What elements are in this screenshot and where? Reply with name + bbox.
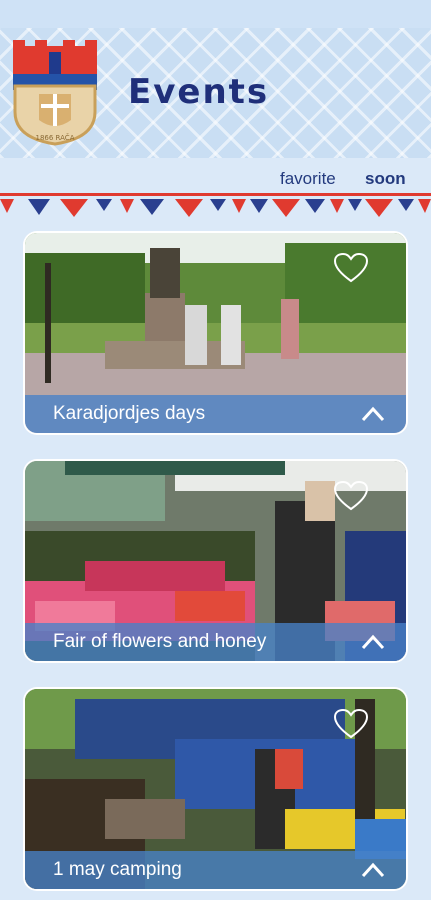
chevron-up-icon[interactable] [360,631,386,653]
tab-favorite[interactable]: favorite [280,169,336,189]
chevron-up-icon[interactable] [360,859,386,881]
event-card[interactable]: 1 may camping [25,689,406,889]
crest-caption: 1866 RAČA [36,133,75,142]
heart-outline-icon[interactable] [334,709,368,739]
event-title-bar: 1 may camping [25,851,406,889]
tab-soon[interactable]: soon [365,169,406,189]
municipality-crest-logo: 1866 RAČA [13,40,97,146]
heart-outline-icon[interactable] [334,253,368,283]
folk-ornament-divider [0,193,431,217]
event-title: Karadjordjes days [53,403,206,424]
event-card[interactable]: Fair of flowers and honey [25,461,406,661]
status-bar [0,0,431,28]
app-header: 1866 RAČA Events [0,28,431,158]
event-list: Karadjordjes days Fair of flowers and ho… [0,221,431,900]
event-title-bar: Karadjordjes days [25,395,406,433]
tab-bar: favorite soon [0,158,431,194]
event-title: Fair of flowers and honey [53,631,267,652]
event-card[interactable]: Karadjordjes days [25,233,406,433]
heart-outline-icon[interactable] [334,481,368,511]
event-title-bar: Fair of flowers and honey [25,623,406,661]
page-title: Events [128,72,270,112]
chevron-up-icon[interactable] [360,403,386,425]
event-title: 1 may camping [53,859,182,880]
